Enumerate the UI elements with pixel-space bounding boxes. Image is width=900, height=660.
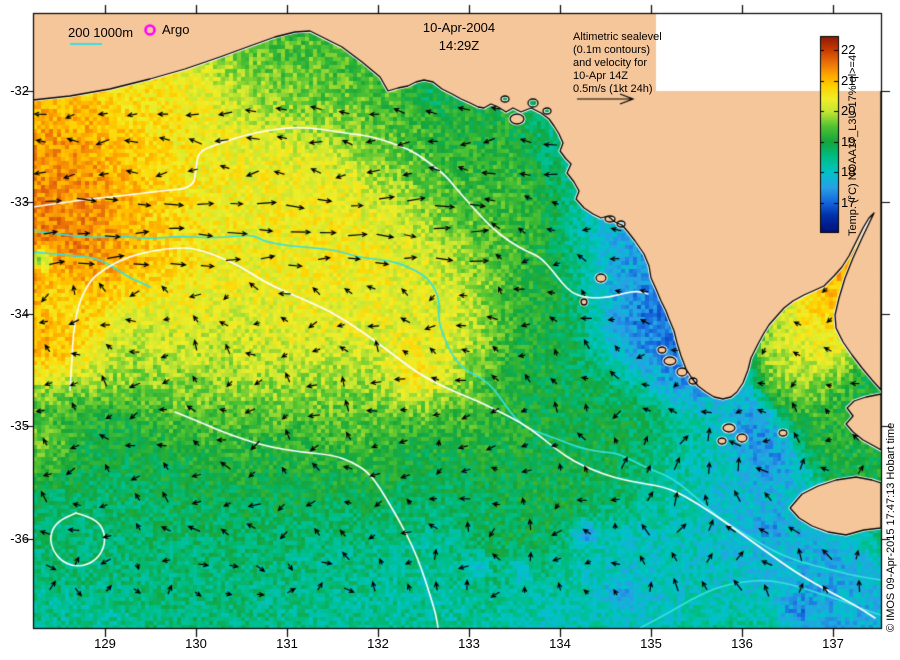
y-axis-tick-label: -32 <box>10 83 29 98</box>
depth-legend-label: 200 1000m <box>68 25 134 40</box>
x-axis-tick-label: 129 <box>94 636 116 651</box>
x-axis-tick-label: 136 <box>731 636 753 651</box>
x-axis-tick-label: 133 <box>458 636 480 651</box>
x-axis-tick-label: 131 <box>276 636 298 651</box>
y-axis-tick-label: -36 <box>10 531 29 546</box>
page-title-date: 10-Apr-2004 <box>422 20 496 35</box>
y-axis-tick-label: -34 <box>10 306 29 321</box>
annotation-line: 10-Apr 14Z <box>573 70 629 82</box>
x-axis-tick-label: 134 <box>549 636 571 651</box>
y-axis-tick-label: -35 <box>10 418 29 433</box>
annotation-line: Altimetric sealevel <box>573 31 662 43</box>
page-title-time: 14:29Z <box>438 38 480 53</box>
argo-label: Argo <box>162 22 190 37</box>
y-axis-tick-label: -33 <box>10 194 29 209</box>
x-axis-tick-label: 135 <box>640 636 662 651</box>
x-axis-tick-label: 130 <box>185 636 207 651</box>
colorbar-title: Temp. (°C) NOAA17_L3U 17% ql>=4 <box>847 54 859 236</box>
x-axis-tick-label: 137 <box>822 636 844 651</box>
x-axis-tick-label: 132 <box>367 636 389 651</box>
map-canvas <box>0 0 900 660</box>
annotation-line: 0.5m/s (1kt 24h) <box>573 83 653 95</box>
credit-text: © IMOS 09-Apr-2015 17:47:13 Hobart time <box>885 422 897 632</box>
annotation-line: and velocity for <box>573 57 647 69</box>
sst-map-figure: 10-Apr-2004 14:29Z 200 1000m Argo Altime… <box>0 0 900 660</box>
annotation-line: (0.1m contours) <box>573 44 651 56</box>
